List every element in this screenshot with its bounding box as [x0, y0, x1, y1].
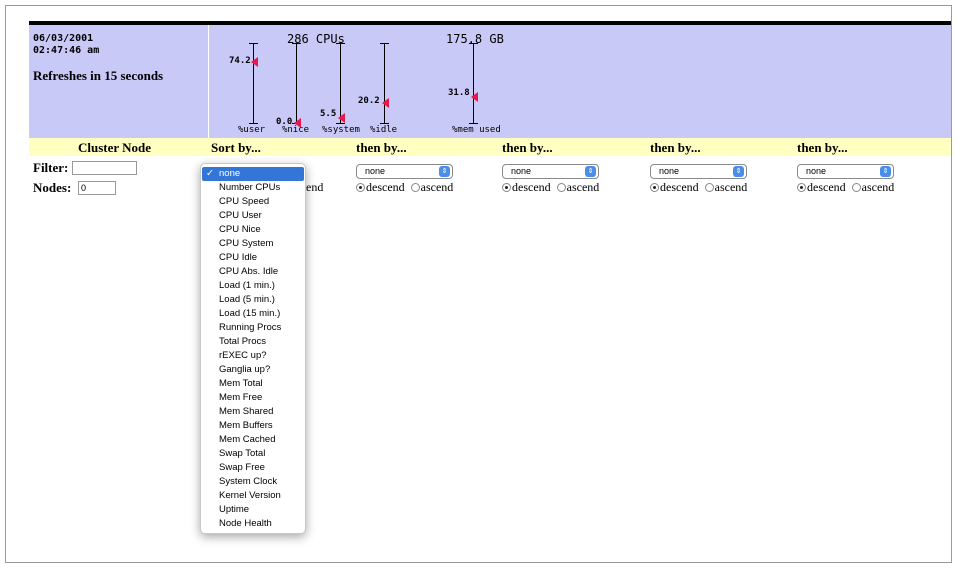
menu-item[interactable]: Node Health	[219, 517, 272, 531]
menu-item[interactable]: CPU Idle	[219, 251, 257, 265]
order-group-2: descend ascend	[502, 180, 599, 195]
date-text: 06/03/2001	[33, 33, 94, 44]
time-text: 02:47:46 am	[33, 45, 100, 56]
menu-item[interactable]: System Clock	[219, 475, 277, 489]
ascend-label: ascend	[566, 180, 600, 194]
idle-marker	[382, 98, 389, 108]
descend-radio-3[interactable]	[650, 183, 659, 192]
descend-radio-2[interactable]	[502, 183, 511, 192]
cluster-node-header: Cluster Node	[78, 140, 152, 155]
mem-marker	[471, 92, 478, 102]
ascend-label: ascend	[420, 180, 454, 194]
menu-item[interactable]: CPU Nice	[219, 223, 261, 237]
refresh-text: Refreshes in 15 seconds	[33, 68, 164, 83]
then-by-header-2: then by...	[502, 140, 553, 155]
chevron-updown-icon: ⇕	[585, 166, 596, 177]
mem-label: %mem used	[452, 125, 501, 135]
menu-item[interactable]: Mem Shared	[219, 405, 273, 419]
nodes-field[interactable]: 0	[78, 181, 116, 195]
menu-item-none[interactable]: ✓ none	[202, 167, 304, 181]
sort-order-partial: end	[306, 180, 324, 194]
user-gauge-bar	[253, 43, 254, 123]
menu-item[interactable]: Load (5 min.)	[219, 293, 275, 307]
menu-item[interactable]: Mem Cached	[219, 433, 276, 447]
then-by-header-1: then by...	[356, 140, 407, 155]
idle-value: 20.2	[358, 96, 380, 106]
system-gauge-bottom	[336, 123, 345, 124]
panel-separator	[208, 25, 209, 138]
then-by-select-2-value: none	[511, 166, 532, 176]
nice-gauge-bar	[296, 43, 297, 123]
mem-gauge-bottom	[469, 123, 478, 124]
then-by-header-4: then by...	[797, 140, 848, 155]
order-group-3: descend ascend	[650, 180, 747, 195]
checkmark-icon: ✓	[206, 168, 214, 179]
then-by-select-3-value: none	[659, 166, 680, 176]
menu-item[interactable]: CPU System	[219, 237, 273, 251]
menu-item[interactable]: Total Procs	[219, 335, 266, 349]
order-group-4: descend ascend	[797, 180, 894, 195]
filter-input[interactable]	[72, 161, 137, 175]
then-by-select-4[interactable]: none ⇕	[797, 164, 894, 179]
ascend-radio-4[interactable]	[851, 183, 861, 192]
menu-item[interactable]: CPU Speed	[219, 195, 269, 209]
ascend-radio-1[interactable]	[410, 183, 420, 192]
user-value: 74.2	[229, 56, 251, 66]
menu-item[interactable]: Kernel Version	[219, 489, 281, 503]
system-value: 5.5	[320, 109, 337, 119]
then-by-header-3: then by...	[650, 140, 701, 155]
menu-item[interactable]: Load (1 min.)	[219, 279, 275, 293]
then-by-select-4-value: none	[806, 166, 827, 176]
timestamp: 06/03/2001 02:47:46 am	[33, 33, 99, 57]
filter-label: Filter:	[33, 160, 69, 175]
sort-by-dropdown-menu: ✓ none Number CPUs CPU Speed CPU User CP…	[200, 163, 306, 534]
nice-label: %nice	[282, 125, 310, 135]
menu-item[interactable]: Ganglia up?	[219, 363, 270, 377]
menu-item[interactable]: Number CPUs	[219, 181, 280, 195]
menu-item[interactable]: rEXEC up?	[219, 349, 267, 363]
chevron-updown-icon: ⇕	[733, 166, 744, 177]
descend-radio-1[interactable]	[356, 183, 365, 192]
menu-item[interactable]: CPU Abs. Idle	[219, 265, 278, 279]
user-marker	[251, 57, 258, 67]
descend-label: descend	[366, 180, 405, 194]
nodes-label: Nodes:	[33, 180, 72, 195]
chevron-updown-icon: ⇕	[439, 166, 450, 177]
chevron-updown-icon: ⇕	[880, 166, 891, 177]
menu-item[interactable]: Swap Free	[219, 461, 265, 475]
menu-item[interactable]: Mem Buffers	[219, 419, 273, 433]
user-label: %user	[238, 125, 266, 135]
menu-item[interactable]: Running Procs	[219, 321, 281, 335]
ascend-radio-2[interactable]	[556, 183, 566, 192]
system-label: %system	[322, 125, 360, 135]
idle-label: %idle	[370, 125, 398, 135]
menu-item[interactable]: Mem Total	[219, 377, 263, 391]
idle-gauge-bottom	[380, 123, 389, 124]
menu-item-label: none	[219, 168, 241, 179]
then-by-select-1[interactable]: none ⇕	[356, 164, 453, 179]
order-group-1: descend ascend	[356, 180, 453, 195]
sort-by-header: Sort by...	[211, 140, 261, 155]
ascend-radio-3[interactable]	[704, 183, 714, 192]
mem-gauge-bar	[473, 43, 474, 123]
ascend-label: ascend	[861, 180, 895, 194]
menu-item[interactable]: Swap Total	[219, 447, 265, 461]
then-by-select-1-value: none	[365, 166, 386, 176]
then-by-select-2[interactable]: none ⇕	[502, 164, 599, 179]
system-gauge-bar	[340, 43, 341, 123]
descend-label: descend	[660, 180, 699, 194]
descend-radio-4[interactable]	[797, 183, 806, 192]
mem-value: 31.8	[448, 88, 470, 98]
descend-label: descend	[512, 180, 551, 194]
menu-item[interactable]: Uptime	[219, 503, 249, 517]
menu-item[interactable]: Load (15 min.)	[219, 307, 280, 321]
idle-gauge-bar	[384, 43, 385, 123]
menu-item[interactable]: Mem Free	[219, 391, 262, 405]
menu-item[interactable]: CPU User	[219, 209, 262, 223]
then-by-select-3[interactable]: none ⇕	[650, 164, 747, 179]
system-marker	[338, 113, 345, 123]
descend-label: descend	[807, 180, 846, 194]
ascend-label: ascend	[714, 180, 748, 194]
user-gauge-bottom	[249, 123, 258, 124]
